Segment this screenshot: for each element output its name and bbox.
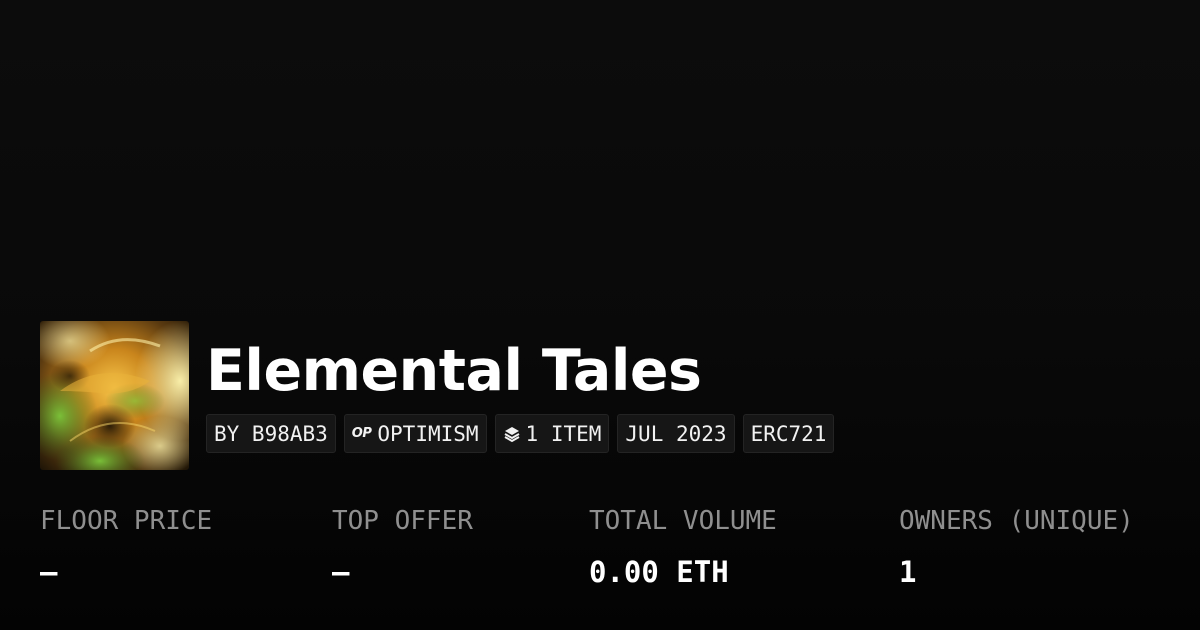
collection-image[interactable]: [40, 321, 189, 470]
stat-value: –: [332, 555, 350, 589]
stats-row: FLOOR PRICE – TOP OFFER – TOTAL VOLUME 0…: [40, 505, 1200, 605]
stat-label: OWNERS (UNIQUE): [899, 506, 1134, 536]
stat-label: FLOOR PRICE: [40, 506, 213, 536]
date-badge: JUL 2023: [617, 414, 735, 453]
stat-value: 0.00 ETH: [589, 555, 729, 589]
stat-label: TOP OFFER: [332, 506, 473, 536]
badge-row: BY B98AB3 OP OPTIMISM 1 ITEM JUL 2023 ER…: [206, 414, 835, 453]
stat-owners: OWNERS (UNIQUE) 1: [899, 505, 1134, 589]
stat-label: TOTAL VOLUME: [589, 506, 777, 536]
collection-header: Elemental Tales BY B98AB3 OP OPTIMISM 1 …: [40, 321, 835, 470]
collection-title: Elemental Tales: [206, 338, 702, 404]
stat-total-volume: TOTAL VOLUME 0.00 ETH: [589, 505, 777, 589]
date-label: JUL 2023: [625, 421, 727, 446]
items-badge: 1 ITEM: [494, 414, 610, 453]
standard-badge: ERC721: [742, 414, 835, 453]
collection-info: Elemental Tales BY B98AB3 OP OPTIMISM 1 …: [206, 321, 835, 453]
stat-value: –: [40, 555, 58, 589]
stat-top-offer: TOP OFFER –: [332, 505, 473, 589]
stat-floor-price: FLOOR PRICE –: [40, 505, 212, 589]
chain-badge[interactable]: OP OPTIMISM: [343, 414, 487, 453]
collection-artwork: [40, 321, 189, 470]
optimism-logo-icon: OP: [351, 426, 372, 441]
creator-label: BY B98AB3: [214, 421, 328, 446]
chain-label: OPTIMISM: [377, 421, 479, 446]
creator-badge[interactable]: BY B98AB3: [206, 414, 336, 453]
standard-label: ERC721: [750, 421, 827, 446]
stat-value: 1: [899, 555, 917, 589]
layers-icon: [503, 425, 521, 443]
items-label: 1 ITEM: [525, 421, 602, 446]
